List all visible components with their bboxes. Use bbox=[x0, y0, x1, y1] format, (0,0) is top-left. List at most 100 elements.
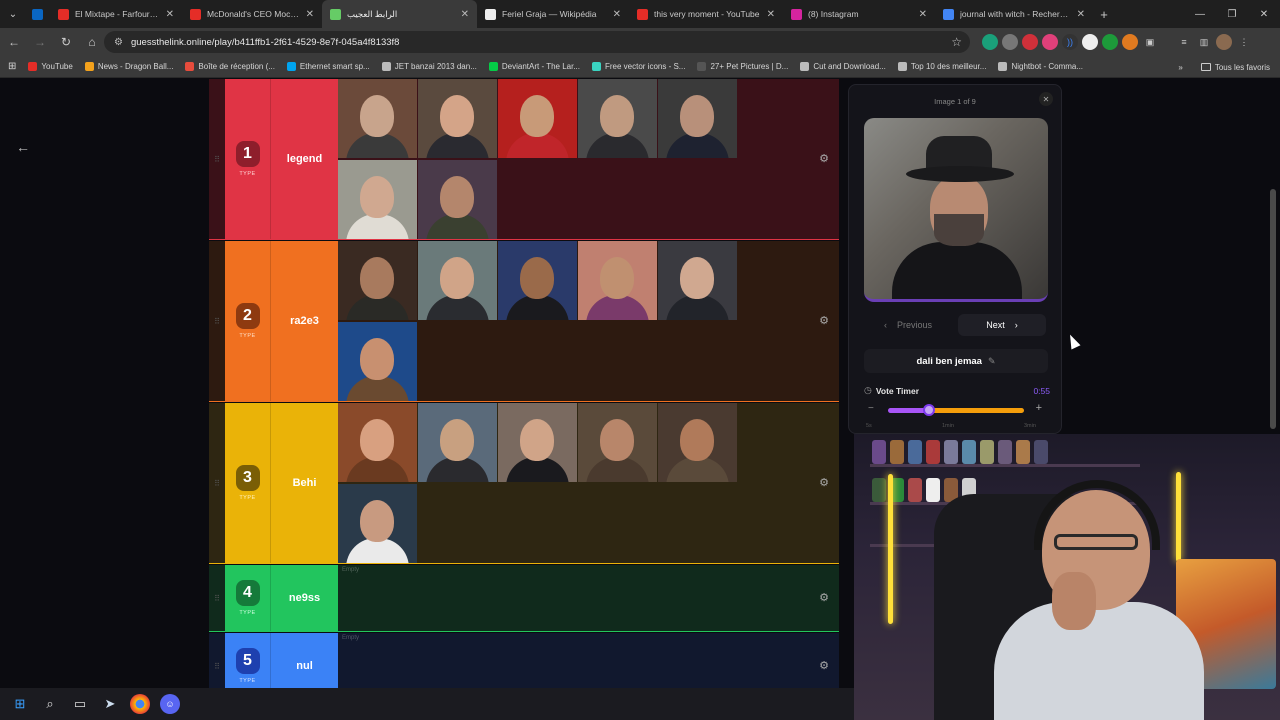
gear-icon[interactable]: ⚙ bbox=[819, 591, 829, 604]
close-tab-icon[interactable]: ✕ bbox=[613, 9, 621, 20]
tier-drop-zone[interactable]: Empty ⚙ bbox=[338, 565, 839, 631]
file-explorer-icon[interactable]: ▭ bbox=[70, 694, 90, 714]
drag-handle-icon[interactable]: ⠿ bbox=[209, 565, 225, 631]
drag-handle-icon[interactable]: ⠿ bbox=[209, 403, 225, 563]
steam-icon[interactable]: ➤ bbox=[100, 694, 120, 714]
tier-thumbnail[interactable] bbox=[338, 322, 417, 401]
gear-icon[interactable]: ⚙ bbox=[819, 152, 829, 165]
avatar[interactable] bbox=[1216, 34, 1232, 50]
tier-drop-zone[interactable]: ⚙ bbox=[338, 79, 839, 239]
bookmark-all[interactable]: » Tous les favoris bbox=[1178, 56, 1270, 78]
browser-tab[interactable]: الرابط العجيب ✕ bbox=[322, 0, 477, 28]
slider-track[interactable] bbox=[888, 408, 1024, 413]
tier-thumbnail[interactable] bbox=[498, 403, 577, 482]
bookmark-item[interactable]: YouTube bbox=[28, 62, 73, 71]
site-info-icon[interactable]: ⚙ bbox=[114, 37, 123, 48]
tier-thumbnail[interactable] bbox=[418, 403, 497, 482]
close-tab-icon[interactable]: ✕ bbox=[166, 9, 174, 20]
tier-name[interactable]: nul bbox=[270, 633, 338, 688]
minimize-icon[interactable]: — bbox=[1184, 0, 1216, 28]
chrome-icon[interactable] bbox=[130, 694, 150, 714]
browser-tab[interactable]: journal with witch - Recherche ✕ bbox=[935, 0, 1093, 28]
address-bar[interactable]: ⚙ guessthelink.online/play/b411ffb1-2f61… bbox=[104, 31, 970, 53]
browser-tab[interactable]: El Mixtape - Farfouri - YouTube ✕ bbox=[50, 0, 182, 28]
tier-thumbnail[interactable] bbox=[658, 241, 737, 320]
tier-thumbnail[interactable] bbox=[418, 79, 497, 158]
puzzle-icon[interactable]: ▣ bbox=[1142, 34, 1158, 50]
tier-thumbnail[interactable] bbox=[498, 79, 577, 158]
extension-icon[interactable] bbox=[1102, 34, 1118, 50]
browser-tab[interactable]: McDonald's CEO Mocked for ✕ bbox=[182, 0, 322, 28]
tier-thumbnail[interactable] bbox=[578, 241, 657, 320]
tab-search-icon[interactable]: ⌄ bbox=[0, 0, 26, 28]
close-tab-icon[interactable]: ✕ bbox=[767, 9, 775, 20]
gear-icon[interactable]: ⚙ bbox=[819, 476, 829, 489]
apps-icon[interactable]: ⊞ bbox=[8, 61, 16, 72]
back-icon[interactable]: ← bbox=[2, 30, 26, 54]
tier-thumbnail[interactable] bbox=[578, 403, 657, 482]
tier-thumbnail[interactable] bbox=[338, 403, 417, 482]
tier-thumbnail[interactable] bbox=[418, 160, 497, 239]
drag-handle-icon[interactable]: ⠿ bbox=[209, 633, 225, 688]
extension-icon[interactable] bbox=[1042, 34, 1058, 50]
tier-name[interactable]: ra2e3 bbox=[270, 241, 338, 401]
tab-linkedin[interactable] bbox=[26, 0, 50, 28]
close-window-icon[interactable]: ✕ bbox=[1248, 0, 1280, 28]
browser-tab[interactable]: this very moment - YouTube ✕ bbox=[629, 0, 783, 28]
slider-handle[interactable] bbox=[922, 404, 935, 416]
gear-icon[interactable]: ⚙ bbox=[819, 659, 829, 672]
previous-button[interactable]: ‹ Previous bbox=[864, 314, 952, 336]
extension-icon[interactable] bbox=[1122, 34, 1138, 50]
new-tab-button[interactable]: + bbox=[1093, 7, 1115, 22]
media-icon[interactable]: ≡ bbox=[1176, 34, 1192, 50]
tier-name[interactable]: Behi bbox=[270, 403, 338, 563]
minus-icon[interactable]: − bbox=[868, 403, 874, 414]
restore-icon[interactable]: ❐ bbox=[1216, 0, 1248, 28]
close-tab-icon[interactable]: ✕ bbox=[461, 9, 469, 20]
bookmark-item[interactable]: Boîte de réception (... bbox=[185, 62, 275, 71]
drag-handle-icon[interactable]: ⠿ bbox=[209, 79, 225, 239]
tier-thumbnail[interactable] bbox=[658, 79, 737, 158]
bookmark-star-icon[interactable]: ☆ bbox=[951, 35, 962, 49]
extension-icon[interactable] bbox=[1082, 34, 1098, 50]
tier-thumbnail[interactable] bbox=[578, 79, 657, 158]
split-icon[interactable]: ▥ bbox=[1196, 34, 1212, 50]
kebab-menu-icon[interactable]: ⋮ bbox=[1236, 34, 1252, 50]
tier-thumbnail[interactable] bbox=[418, 241, 497, 320]
tier-thumbnail[interactable] bbox=[338, 160, 417, 239]
bookmark-item[interactable]: Nightbot - Comma... bbox=[998, 62, 1083, 71]
browser-tab[interactable]: (8) Instagram ✕ bbox=[783, 0, 935, 28]
extension-icon[interactable]: )) bbox=[1062, 34, 1078, 50]
bookmark-item[interactable]: Top 10 des meilleur... bbox=[897, 62, 986, 71]
bookmark-item[interactable]: Cut and Download... bbox=[800, 62, 886, 71]
discord-icon[interactable]: ☺ bbox=[160, 694, 180, 714]
pencil-icon[interactable]: ✎ bbox=[988, 356, 996, 367]
tier-drop-zone[interactable]: ⚙ bbox=[338, 403, 839, 563]
next-button[interactable]: Next › bbox=[958, 314, 1046, 336]
close-tab-icon[interactable]: ✕ bbox=[306, 9, 314, 20]
search-icon[interactable]: ⌕ bbox=[40, 694, 60, 714]
bookmark-item[interactable]: Ethernet smart sp... bbox=[286, 62, 370, 71]
tier-thumbnail[interactable] bbox=[338, 79, 417, 158]
bookmark-item[interactable]: JET banzai 2013 dan... bbox=[381, 62, 477, 71]
extension-icon[interactable] bbox=[1022, 34, 1038, 50]
close-tab-icon[interactable]: ✕ bbox=[919, 9, 927, 20]
arrow-left-icon[interactable]: ← bbox=[16, 139, 30, 155]
bookmark-item[interactable]: DeviantArt - The Lar... bbox=[488, 62, 580, 71]
gear-icon[interactable]: ⚙ bbox=[819, 314, 829, 327]
tier-drop-zone[interactable]: Empty ⚙ bbox=[338, 633, 839, 688]
home-icon[interactable]: ⌂ bbox=[80, 30, 104, 54]
drag-handle-icon[interactable]: ⠿ bbox=[209, 241, 225, 401]
close-tab-icon[interactable]: ✕ bbox=[1077, 9, 1085, 20]
windows-start-icon[interactable]: ⊞ bbox=[10, 694, 30, 714]
browser-tab[interactable]: Feriel Graja — Wikipédia ✕ bbox=[477, 0, 629, 28]
answer-name[interactable]: dali ben jemaa ✎ bbox=[864, 349, 1048, 373]
extension-icon[interactable] bbox=[1002, 34, 1018, 50]
tier-name[interactable]: ne9ss bbox=[270, 565, 338, 631]
close-icon[interactable]: ✕ bbox=[1039, 92, 1053, 106]
tier-thumbnail[interactable] bbox=[658, 403, 737, 482]
tier-name[interactable]: legend bbox=[270, 79, 338, 239]
tier-thumbnail[interactable] bbox=[338, 241, 417, 320]
scrollbar[interactable] bbox=[1270, 189, 1276, 429]
bookmark-item[interactable]: Free vector icons - S... bbox=[591, 62, 685, 71]
